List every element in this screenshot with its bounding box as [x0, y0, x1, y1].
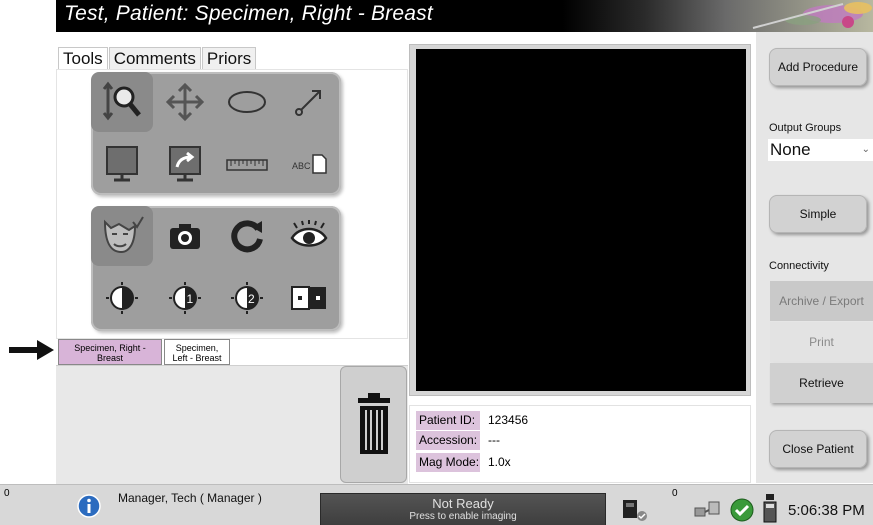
patient-info-panel: Patient ID: 123456 Accession: --- Mag Mo… — [409, 405, 751, 483]
add-procedure-button[interactable]: Add Procedure — [769, 48, 867, 86]
close-patient-button[interactable]: Close Patient — [769, 430, 867, 468]
trash-icon — [357, 392, 390, 454]
right-panel: Add Procedure Output Groups None ⌄ Simpl… — [756, 32, 873, 483]
zoom-icon[interactable] — [91, 72, 153, 132]
clock: 5:06:38 PM — [788, 502, 865, 519]
contrast-2-icon[interactable]: 2 — [216, 268, 278, 328]
flower-banner-image — [633, 0, 873, 32]
tool-group-measure: ABC — [91, 72, 341, 195]
system-status-button[interactable]: Not Ready Press to enable imaging — [320, 493, 606, 525]
export-image-icon[interactable] — [154, 134, 216, 194]
accession-value: --- — [488, 433, 500, 447]
study-tab-right-breast[interactable]: Specimen, Right - Breast — [58, 339, 162, 365]
simple-button[interactable]: Simple — [769, 195, 867, 233]
contrast-icon[interactable] — [91, 268, 153, 328]
title-bar: Test, Patient: Specimen, Right - Breast — [56, 0, 873, 32]
queue-count: 0 — [672, 488, 678, 499]
image-viewport[interactable] — [416, 49, 746, 391]
status-subtitle: Press to enable imaging — [409, 511, 517, 522]
device-icon[interactable] — [759, 494, 781, 524]
status-title: Not Ready — [432, 496, 494, 511]
contrast-2-label: 2 — [248, 292, 255, 306]
output-groups-select[interactable]: None ⌄ — [768, 139, 873, 161]
tab-priors[interactable]: Priors — [201, 47, 257, 69]
alerts-count: 0 — [4, 488, 10, 499]
connectivity-buttons: Archive / Export Print Retrieve — [770, 281, 873, 403]
text-annotation-icon[interactable]: ABC — [278, 134, 340, 194]
study-tabs: Specimen, Right - Breast Specimen, Left … — [58, 339, 230, 365]
face-check-icon[interactable] — [91, 206, 153, 266]
trash-button[interactable] — [340, 366, 407, 483]
network-icon[interactable] — [693, 497, 723, 523]
pan-icon[interactable] — [154, 72, 216, 132]
eye-icon[interactable] — [278, 206, 340, 266]
camera-icon[interactable] — [154, 206, 216, 266]
patient-id-row: Patient ID: 123456 — [416, 410, 540, 430]
stitch-icon[interactable] — [278, 268, 340, 328]
tab-comments[interactable]: Comments — [108, 47, 201, 69]
refresh-icon[interactable] — [216, 206, 278, 266]
tab-tools[interactable]: Tools — [58, 47, 108, 69]
patient-id-value: 123456 — [488, 413, 529, 427]
mag-mode-row: Mag Mode: 1.0x — [416, 452, 540, 472]
output-queue-icon[interactable] — [620, 497, 650, 523]
archive-export-button[interactable]: Archive / Export — [770, 281, 873, 321]
output-groups-label: Output Groups — [769, 122, 842, 134]
contrast-1-label: 1 — [187, 292, 194, 306]
selected-study-arrow-icon — [9, 339, 55, 361]
current-user[interactable]: Manager, Tech ( Manager ) — [118, 491, 262, 505]
left-tabs: Tools Comments Priors — [58, 47, 257, 69]
patient-title: Test, Patient: Specimen, Right - Breast — [64, 2, 433, 25]
print-button[interactable]: Print — [770, 322, 873, 362]
monitor-icon[interactable] — [91, 134, 153, 194]
contrast-1-icon[interactable]: 1 — [154, 268, 216, 328]
accession-row: Accession: --- — [416, 430, 540, 450]
text-annotation-label: ABC — [292, 161, 311, 171]
tool-group-image: 1 2 — [91, 206, 341, 331]
mag-mode-value: 1.0x — [488, 455, 511, 469]
info-icon[interactable] — [76, 493, 102, 519]
ellipse-icon[interactable] — [216, 72, 278, 132]
patient-id-label: Patient ID: — [416, 410, 480, 430]
line-arrow-icon[interactable] — [278, 72, 340, 132]
study-tab-left-breast[interactable]: Specimen, Left - Breast — [164, 339, 230, 365]
chevron-down-icon: ⌄ — [861, 144, 870, 155]
accession-label: Accession: — [416, 430, 480, 450]
connectivity-label: Connectivity — [769, 260, 829, 272]
mag-mode-label: Mag Mode: — [416, 452, 480, 472]
ruler-icon[interactable] — [216, 134, 278, 194]
status-bar: 0 Manager, Tech ( Manager ) Not Ready Pr… — [0, 484, 873, 525]
output-groups-value: None — [770, 140, 811, 159]
check-status-icon[interactable] — [729, 497, 755, 523]
retrieve-button[interactable]: Retrieve — [770, 363, 873, 403]
